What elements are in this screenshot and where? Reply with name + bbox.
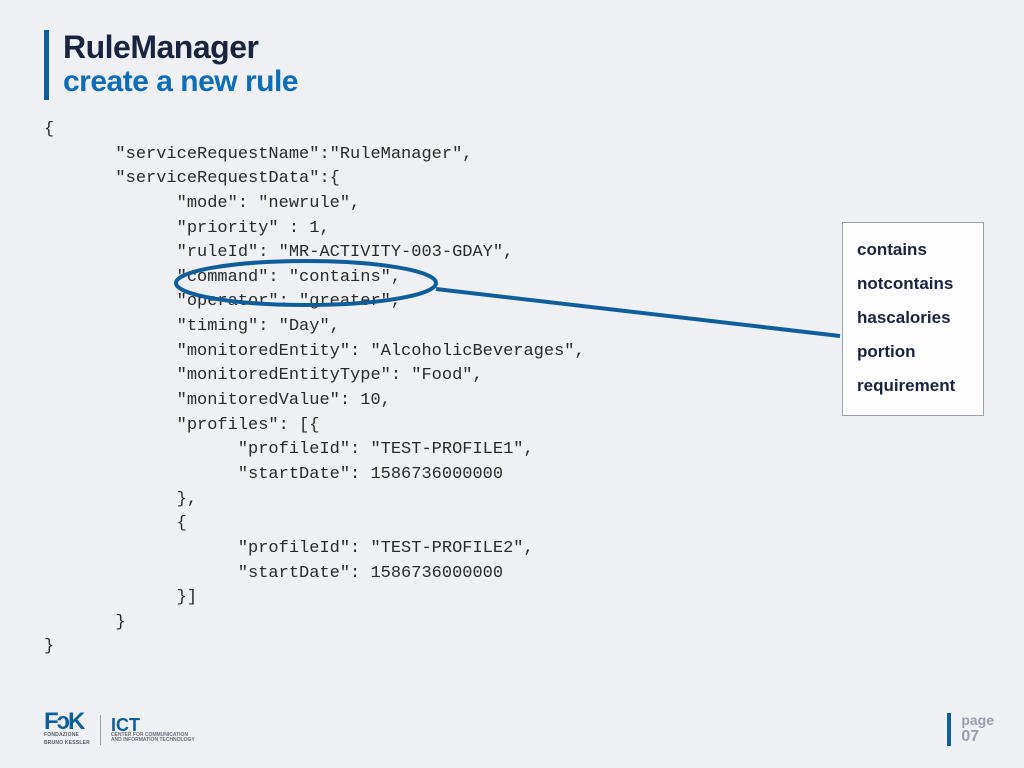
- option-contains: contains: [857, 233, 969, 267]
- logo-org-line2: BRUNO KESSLER: [44, 741, 90, 747]
- title-block: RuleManager create a new rule: [44, 30, 298, 100]
- title-sub: create a new rule: [63, 65, 298, 100]
- logo-org-line1: FONDAZIONE: [44, 733, 79, 739]
- page-label: page: [961, 713, 994, 728]
- footer: FɔK FONDAZIONE BRUNO KESSLER ICT CENTER …: [0, 698, 1024, 768]
- page-number: 07: [961, 728, 994, 746]
- logo-unit: ICT: [111, 717, 195, 733]
- slide: RuleManager create a new rule { "service…: [0, 0, 1024, 768]
- option-portion: portion: [857, 335, 969, 369]
- logo-block: FɔK FONDAZIONE BRUNO KESSLER ICT CENTER …: [44, 714, 195, 746]
- ict-logo-icon: ICT CENTER FOR COMMUNICATION AND INFORMA…: [111, 717, 195, 744]
- option-hascalories: hascalories: [857, 301, 969, 335]
- option-notcontains: notcontains: [857, 267, 969, 301]
- fbk-logo-icon: FɔK FONDAZIONE BRUNO KESSLER: [44, 714, 90, 746]
- title-main: RuleManager: [63, 30, 298, 65]
- logo-separator: [100, 715, 101, 745]
- option-requirement: requirement: [857, 369, 969, 403]
- logo-glyph: FɔK: [44, 714, 83, 731]
- command-options-box: contains notcontains hascalories portion…: [842, 222, 984, 416]
- logo-unit-tag2: AND INFORMATION TECHNOLOGY: [111, 738, 195, 744]
- page-indicator: page 07: [947, 713, 994, 746]
- code-block: { "serviceRequestName":"RuleManager", "s…: [44, 118, 585, 660]
